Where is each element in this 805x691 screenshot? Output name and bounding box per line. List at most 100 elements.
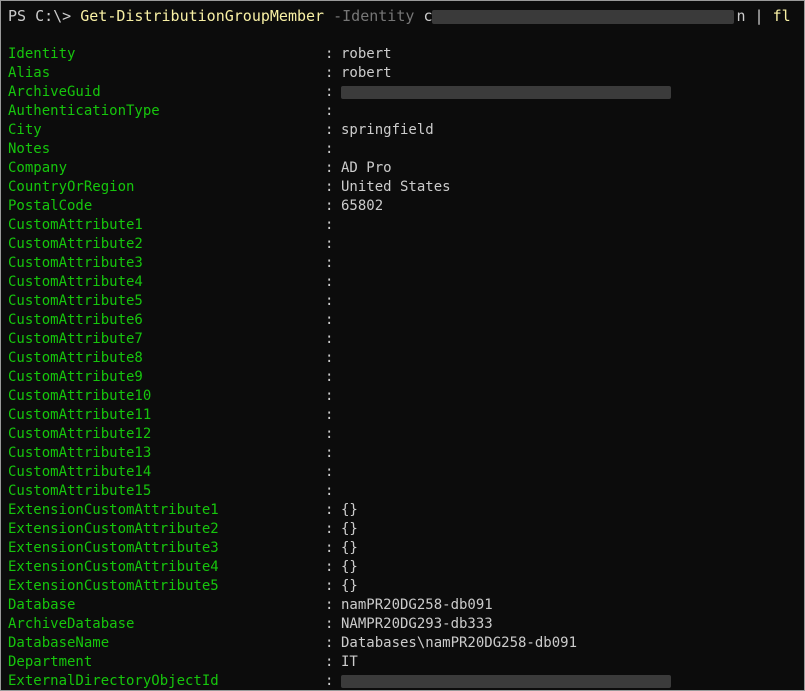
property-separator: : [325,369,334,385]
property-row: ExtensionCustomAttribute3: {} [8,539,804,558]
property-separator: : [325,65,334,81]
property-row: CustomAttribute11: [8,406,804,425]
property-row: CustomAttribute13: [8,444,804,463]
property-row: CustomAttribute2: [8,235,804,254]
property-name: CustomAttribute11 [8,407,152,423]
property-row: ExtensionCustomAttribute1: {} [8,501,804,520]
parameter-name: -Identity [333,7,415,25]
property-name: Identity [8,46,76,62]
property-value: robert [341,65,392,81]
property-row: Department: IT [8,653,804,672]
property-value: {} [341,578,358,594]
property-separator: : [325,464,334,480]
property-separator: : [325,502,334,518]
property-separator: : [325,84,334,100]
property-name: DatabaseName [8,635,110,651]
redacted-value [341,86,671,99]
property-separator: : [325,103,334,119]
property-row: CustomAttribute5: [8,292,804,311]
property-row: Identity: robert [8,45,804,64]
property-separator: : [325,274,334,290]
property-name: CustomAttribute2 [8,236,143,252]
property-row: DatabaseName: Databases\namPR20DG258-db09… [8,634,804,653]
identity-argument-end: n [736,7,746,25]
property-separator: : [325,160,334,176]
property-separator: : [325,46,334,62]
property-row: ExtensionCustomAttribute2: {} [8,520,804,539]
property-name: AuthenticationType [8,103,160,119]
property-separator: : [325,597,334,613]
property-value: 65802 [341,198,384,214]
property-row: CustomAttribute14: [8,463,804,482]
property-row: CustomAttribute6: [8,311,804,330]
property-row: CustomAttribute10: [8,387,804,406]
property-name: PostalCode [8,198,93,214]
property-name: Notes [8,141,51,157]
property-value: {} [341,559,358,575]
property-separator: : [325,122,334,138]
property-separator: : [325,673,334,689]
property-row: CustomAttribute8: [8,349,804,368]
property-name: CustomAttribute13 [8,445,152,461]
property-name: ArchiveDatabase [8,616,135,632]
redacted-identity-argument [432,9,735,24]
property-value: {} [341,502,358,518]
property-row: ExtensionCustomAttribute5: {} [8,577,804,596]
property-row: CustomAttribute7: [8,330,804,349]
property-separator: : [325,483,334,499]
property-separator: : [325,198,334,214]
prompt: PS C:\> [8,7,72,25]
property-value: United States [341,179,451,195]
property-value: AD Pro [341,160,392,176]
pipe-operator: | [754,7,764,25]
property-name: City [8,122,42,138]
property-separator: : [325,654,334,670]
property-value: NAMPR20DG293-db333 [341,616,493,632]
property-name: ExternalDirectoryObjectId [8,673,219,689]
property-value: robert [341,46,392,62]
property-row: Notes: [8,140,804,159]
property-name: Database [8,597,76,613]
property-value: namPR20DG258-db091 [341,597,493,613]
property-separator: : [325,236,334,252]
command-line: PS C:\> Get-DistributionGroupMember -Ide… [8,6,791,26]
property-separator: : [325,331,334,347]
property-row: CustomAttribute12: [8,425,804,444]
property-name: CustomAttribute7 [8,331,143,347]
property-separator: : [325,559,334,575]
property-row: CustomAttribute4: [8,273,804,292]
property-separator: : [325,350,334,366]
property-separator: : [325,312,334,328]
property-value: {} [341,540,358,556]
property-row: ArchiveGuid: [8,83,804,102]
property-value: {} [341,521,358,537]
property-separator: : [325,407,334,423]
property-separator: : [325,540,334,556]
property-separator: : [325,217,334,233]
property-name: CustomAttribute5 [8,293,143,309]
property-name: CustomAttribute3 [8,255,143,271]
property-row: PostalCode:65802 [8,197,804,216]
property-row: CustomAttribute3: [8,254,804,273]
property-separator: : [325,255,334,271]
property-name: ArchiveGuid [8,84,101,100]
property-list: Identity: robert Alias: robert ArchiveGuid: A… [8,45,804,690]
property-row: Alias: robert [8,64,804,83]
property-name: ExtensionCustomAttribute2 [8,521,219,537]
property-separator: : [325,388,334,404]
property-separator: : [325,635,334,651]
identity-argument-start: c [423,7,433,25]
cmdlet-name: Get-DistributionGroupMember [80,7,325,25]
property-row: ArchiveDatabase: NAMPR20DG293-db333 [8,615,804,634]
property-row: CustomAttribute9: [8,368,804,387]
property-name: CustomAttribute15 [8,483,152,499]
redacted-value [341,675,671,688]
property-name: ExtensionCustomAttribute5 [8,578,219,594]
property-row: ExtensionCustomAttribute4: {} [8,558,804,577]
property-name: Alias [8,65,51,81]
format-list-alias: fl [772,7,791,25]
property-name: CustomAttribute4 [8,274,143,290]
property-name: Company [8,160,68,176]
powershell-terminal[interactable]: PS C:\> Get-DistributionGroupMember -Ide… [0,0,805,691]
property-row: Database: namPR20DG258-db091 [8,596,804,615]
